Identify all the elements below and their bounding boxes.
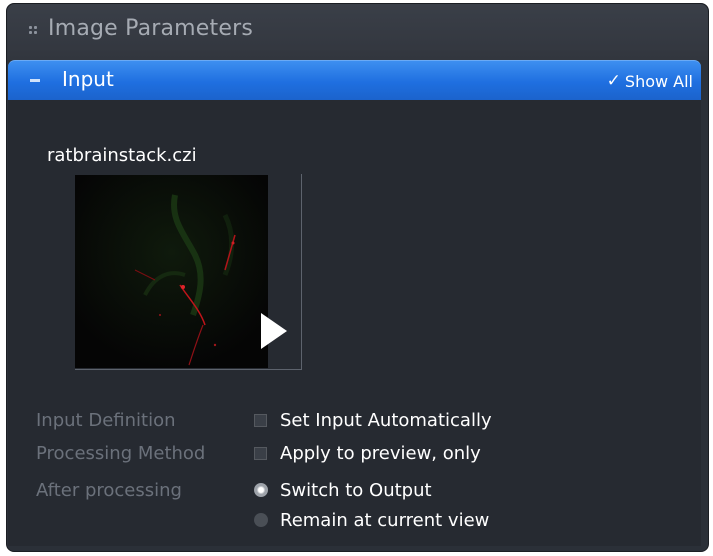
after-processing-label: After processing [36,480,182,501]
switch-to-output-radio[interactable]: Switch to Output [254,478,432,502]
collapse-icon[interactable] [30,79,40,82]
set-input-automatically-label: Set Input Automatically [280,409,492,431]
apply-to-preview-label: Apply to preview, only [280,442,481,464]
apply-to-preview-checkbox[interactable]: Apply to preview, only [254,441,481,465]
input-definition-label: Input Definition [36,410,176,431]
section-title: Input [62,67,114,91]
panel-header[interactable]: Image Parameters [7,4,708,60]
image-thumbnail[interactable] [75,175,268,368]
switch-to-output-label: Switch to Output [280,479,432,501]
thumbnail-preview-image [75,175,268,368]
drag-grip-icon[interactable] [29,26,39,36]
checkbox-icon[interactable] [254,413,267,427]
play-icon[interactable] [261,313,287,349]
processing-method-label: Processing Method [36,443,206,464]
remain-at-current-view-radio[interactable]: Remain at current view [254,508,489,532]
show-all-label: Show All [624,71,693,91]
checkmark-icon: ✓ [606,71,621,91]
panel-title: Image Parameters [48,16,254,41]
input-section-header[interactable]: Input ✓ Show All [8,60,701,100]
image-file-name: ratbrainstack.czi [47,145,197,166]
radio-selected-icon[interactable] [254,483,268,497]
remain-at-current-view-label: Remain at current view [280,509,490,531]
show-all-toggle[interactable]: ✓ Show All [607,69,693,93]
checkbox-icon[interactable] [254,446,267,460]
set-input-automatically-checkbox[interactable]: Set Input Automatically [254,408,492,432]
radio-unselected-icon[interactable] [254,513,268,527]
